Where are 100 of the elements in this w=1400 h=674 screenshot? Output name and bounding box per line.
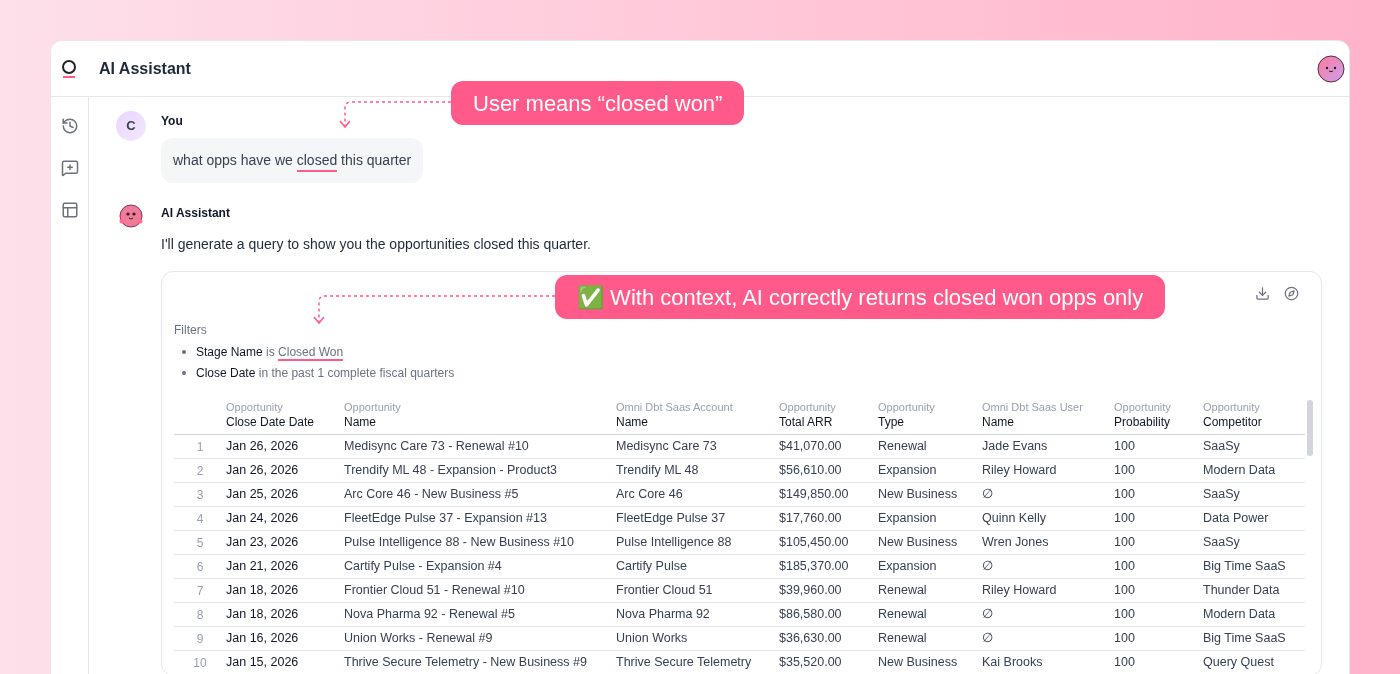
table-cell-text: ∅ (982, 630, 994, 648)
table-cell-text: 100 (1114, 630, 1136, 648)
row-number: 6 (195, 558, 205, 576)
table-cell-text: 100 (1114, 534, 1136, 552)
user-message: what opps have we closed this quarter (161, 138, 424, 183)
table-cell-text: Data Power (1203, 510, 1270, 528)
layout-icon[interactable] (60, 201, 79, 219)
table-cell-text: Riley Howard (982, 582, 1058, 600)
table-cell-text: Pulse Intelligence 88 - New Business #10 (344, 534, 575, 552)
table-cell-text: Jan 23, 2026 (226, 534, 300, 552)
column-header[interactable]: Omni Dbt Saas User Name (982, 400, 1114, 430)
table-cell-text: Arc Core 46 (616, 486, 684, 504)
table-cell-text: New Business (878, 486, 959, 504)
table-cell-text: $17,760.00 (779, 510, 843, 528)
mascot-icon (118, 203, 144, 229)
bullet-icon (182, 371, 186, 375)
table-cell-text: SaaSy (1203, 486, 1241, 504)
column-header[interactable]: Opportunity Total ARR (779, 400, 878, 430)
message-author: You (161, 113, 184, 130)
table-cell-text: New Business (878, 654, 959, 672)
table-cell-text: 100 (1114, 510, 1136, 528)
row-number: 9 (195, 630, 205, 648)
row-number: 5 (195, 534, 205, 552)
column-header[interactable]: Opportunity Probability (1114, 400, 1203, 430)
table-cell-text: Jan 16, 2026 (226, 630, 300, 648)
table-cell-text: Pulse Intelligence 88 (616, 534, 733, 552)
table-cell-text: $35,520.00 (779, 654, 843, 672)
row-number: 1 (195, 438, 205, 456)
table-cell-text: Jan 26, 2026 (226, 462, 300, 480)
table-cell-text: 100 (1114, 486, 1136, 504)
compass-icon[interactable] (1284, 286, 1299, 301)
table-cell-text: Modern Data (1203, 462, 1277, 480)
table-cell-text: New Business (878, 534, 959, 552)
table-cell-text: Big Time SaaS (1203, 630, 1287, 648)
table-cell-text: Renewal (878, 438, 928, 456)
column-header[interactable]: Opportunity Close Date Date (226, 400, 344, 430)
table-cell-text: Arc Core 46 - New Business #5 (344, 486, 520, 504)
table-cell-text: Frontier Cloud 51 (616, 582, 714, 600)
table-cell-text: Renewal (878, 582, 928, 600)
table-cell-text: 100 (1114, 438, 1136, 456)
table-cell-text: ∅ (982, 486, 994, 504)
table-cell-text: Big Time SaaS (1203, 558, 1287, 576)
table-cell-text: Expansion (878, 558, 938, 576)
table-cell-text: Kai Brooks (982, 654, 1044, 672)
table-cell-text: SaaSy (1203, 438, 1241, 456)
table-cell-text: Quinn Kelly (982, 510, 1047, 528)
table-cell-text: 100 (1114, 558, 1136, 576)
table-cell-text: Jade Evans (982, 438, 1049, 456)
table-cell-text: Thrive Secure Telemetry - New Business #9 (344, 654, 588, 672)
new-chat-icon[interactable] (60, 159, 79, 177)
table-cell-text: Jan 21, 2026 (226, 558, 300, 576)
table-cell-text: $149,850.00 (779, 486, 850, 504)
row-number: 7 (195, 582, 205, 600)
row-number: 2 (195, 462, 205, 480)
app-title: AI Assistant (99, 58, 191, 79)
callout-label: User means “closed won” (451, 81, 745, 125)
column-header[interactable]: Opportunity Type (878, 400, 982, 430)
row-number: 4 (195, 510, 205, 528)
table-cell-text: ∅ (982, 606, 994, 624)
table-cell-text: Jan 18, 2026 (226, 582, 300, 600)
column-header[interactable]: Omni Dbt Saas Account Name (616, 400, 779, 430)
history-icon[interactable] (60, 117, 79, 135)
table-cell-text: Union Works - Renewal #9 (344, 630, 494, 648)
table-cell-text: Modern Data (1203, 606, 1277, 624)
table-cell-text: 100 (1114, 462, 1136, 480)
table-cell-text: $39,960.00 (779, 582, 843, 600)
table-cell-text: Medisync Care 73 - Renewal #10 (344, 438, 530, 456)
table-cell-text: Nova Pharma 92 (616, 606, 711, 624)
table-cell-text: Union Works (616, 630, 689, 648)
table-cell-text: $185,370.00 (779, 558, 850, 576)
table-cell-text: Expansion (878, 462, 938, 480)
table-cell-text: Jan 26, 2026 (226, 438, 300, 456)
table-cell-text: Thunder Data (1203, 582, 1281, 600)
table-cell-text: FleetEdge Pulse 37 (616, 510, 727, 528)
column-header[interactable]: Opportunity Competitor (1203, 400, 1296, 430)
scrollbar[interactable] (1307, 400, 1313, 456)
table-cell-text: Renewal (878, 630, 928, 648)
table-cell-text: Jan 24, 2026 (226, 510, 300, 528)
row-number: 10 (192, 654, 208, 672)
avatar-icon[interactable] (1317, 54, 1345, 83)
table-cell-text: ∅ (982, 558, 994, 576)
table-cell-text: Jan 18, 2026 (226, 606, 300, 624)
filter-text: Stage Name is Closed Won (196, 344, 344, 361)
filter-text: Close Date in the past 1 complete fiscal quarters (196, 365, 455, 382)
bullet-icon (182, 350, 186, 354)
column-header[interactable]: Opportunity Name (344, 400, 616, 430)
table-cell-text: $36,630.00 (779, 630, 843, 648)
table-cell-text: Expansion (878, 510, 938, 528)
table-cell-text: Medisync Care 73 (616, 438, 718, 456)
user-avatar: C (116, 111, 146, 141)
table-cell-text: 100 (1114, 606, 1136, 624)
table-cell-text: Trendify ML 48 - Expansion - Product3 (344, 462, 559, 480)
row-number: 8 (195, 606, 205, 624)
download-icon[interactable] (1255, 286, 1270, 301)
message-author: AI Assistant (161, 205, 231, 222)
table-cell-text: Riley Howard (982, 462, 1058, 480)
table-cell-text: 100 (1114, 582, 1136, 600)
assistant-message: I'll generate a query to show you the opportunities closed this quarter. (161, 235, 591, 254)
table-cell-text: SaaSy (1203, 534, 1241, 552)
table-cell-text: Cartify Pulse - Expansion #4 (344, 558, 503, 576)
